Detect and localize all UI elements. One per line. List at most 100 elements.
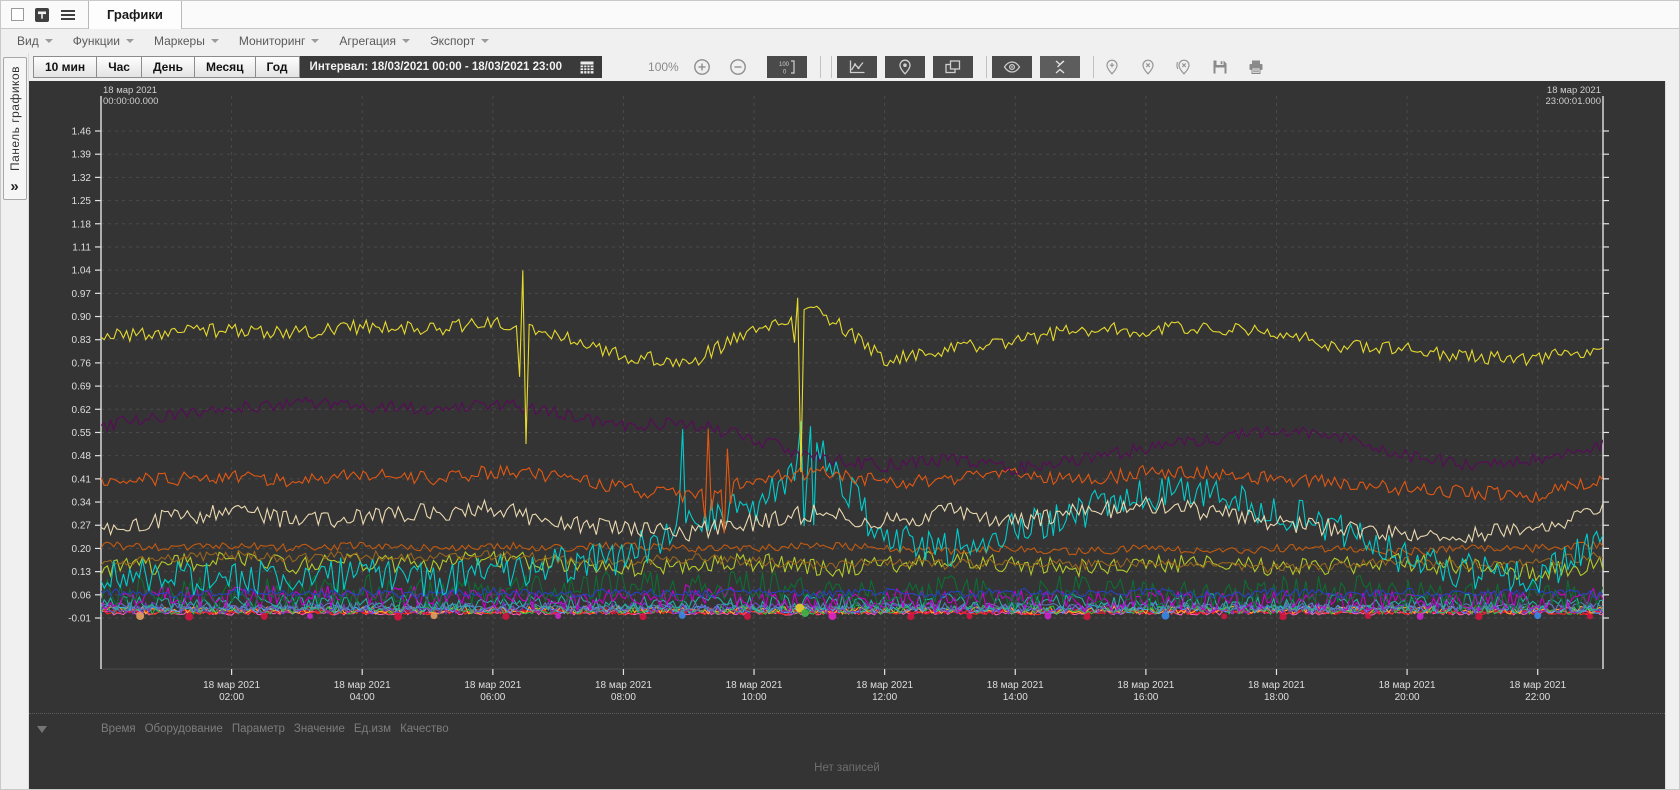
trend-chart-button[interactable] (836, 56, 877, 78)
menu-view[interactable]: Вид (7, 29, 63, 53)
svg-text:0.41: 0.41 (72, 474, 92, 485)
menu-aggregation-label: Агрегация (339, 34, 396, 48)
collapse-markers-button[interactable] (1039, 56, 1080, 78)
svg-text:0.76: 0.76 (72, 358, 92, 369)
range-button-hour-label: Час (108, 60, 130, 74)
svg-text:10:00: 10:00 (742, 692, 767, 703)
remove-all-markers-icon (1176, 59, 1190, 75)
remove-marker-button[interactable] (1135, 56, 1161, 78)
zoom-in-icon (693, 59, 710, 75)
empty-table-message: Нет записей (814, 762, 880, 774)
range-button-day[interactable]: День (141, 56, 195, 78)
calendar-button[interactable] (572, 56, 603, 78)
svg-text:100: 100 (779, 62, 790, 68)
interval-field[interactable]: Интервал: 18/03/2021 00:00 - 18/03/2021 … (299, 56, 573, 78)
save-icon (1213, 60, 1227, 74)
svg-text:18 мар 2021: 18 мар 2021 (464, 680, 521, 691)
toolbar-separator (1092, 56, 1094, 78)
svg-text:18 мар 2021: 18 мар 2021 (726, 680, 783, 691)
menu-monitoring-label: Мониторинг (238, 34, 306, 48)
svg-text:18 мар 2021: 18 мар 2021 (1379, 680, 1436, 691)
menu-view-label: Вид (17, 34, 39, 48)
expand-panel-icon[interactable]: » (10, 179, 18, 195)
printer-icon (1249, 60, 1263, 74)
table-header-row: Время Оборудование Параметр Значение Ед.… (101, 723, 449, 735)
chart-panel: 1.46 1.39 1.32 1.25 1.18 1.11 1.04 0.97 0.90 0.83… (29, 81, 1667, 789)
range-button-year[interactable]: Год (255, 56, 300, 78)
toolbar-separator (985, 56, 987, 78)
print-button[interactable] (1243, 56, 1269, 78)
svg-text:18 мар 2021: 18 мар 2021 (1117, 680, 1174, 691)
toolbar-separator (830, 56, 832, 78)
menu-export[interactable]: Экспорт (420, 29, 499, 53)
svg-text:20:00: 20:00 (1395, 692, 1420, 703)
tab-charts[interactable]: Графики (88, 0, 182, 29)
svg-text:18 мар 2021: 18 мар 2021 (1248, 680, 1305, 691)
svg-text:0.69: 0.69 (72, 382, 92, 393)
interval-label: Интервал: 18/03/2021 00:00 - 18/03/2021 … (309, 61, 563, 73)
column-header-quality: Качество (400, 723, 449, 735)
svg-text:1.46: 1.46 (72, 127, 92, 138)
svg-text:0.27: 0.27 (72, 521, 92, 532)
values-table: Время Оборудование Параметр Значение Ед.… (29, 713, 1665, 789)
menu-functions-label: Функции (72, 34, 120, 48)
eye-icon (1003, 61, 1020, 73)
add-marker-button[interactable] (1099, 56, 1125, 78)
zoom-out-button[interactable] (725, 56, 751, 78)
svg-text:1.39: 1.39 (72, 150, 92, 161)
svg-text:-0.01: -0.01 (68, 614, 91, 625)
right-gutter (1665, 81, 1679, 789)
menu-functions[interactable]: Функции (63, 29, 144, 53)
svg-text:0.55: 0.55 (72, 428, 92, 439)
chart-icon (849, 60, 865, 74)
chevron-down-icon (481, 39, 490, 43)
side-panel-tab[interactable]: Панель графиков » (2, 57, 27, 201)
pin-icon[interactable] (34, 7, 50, 23)
range-button-month[interactable]: Месяц (194, 56, 256, 78)
remove-all-markers-button[interactable] (1171, 56, 1197, 78)
svg-text:18 мар 2021: 18 мар 2021 (334, 680, 391, 691)
svg-text:0.13: 0.13 (72, 567, 92, 578)
menu-bar: Вид Функции Маркеры Мониторинг Агрегация… (1, 29, 1679, 53)
menu-export-label: Экспорт (430, 34, 476, 48)
tool-bar: 10 мин Час День Месяц Год Интервал: 18/0… (29, 53, 1679, 81)
svg-text:18:00: 18:00 (1264, 692, 1289, 703)
range-button-10min[interactable]: 10 мин (33, 56, 98, 78)
chevron-down-icon (311, 39, 320, 43)
chevron-down-icon (44, 39, 53, 43)
svg-text:14:00: 14:00 (1003, 692, 1028, 703)
chevron-down-icon (402, 39, 410, 43)
svg-text:23:00:01.000: 23:00:01.000 (1546, 96, 1601, 107)
zoom-in-button[interactable] (689, 56, 715, 78)
svg-text:0.34: 0.34 (72, 498, 92, 509)
chart-canvas[interactable]: 1.46 1.39 1.32 1.25 1.18 1.11 1.04 0.97 0.90 0.83… (29, 81, 1667, 713)
svg-text:22:00: 22:00 (1525, 692, 1550, 703)
zoom-reset-button[interactable]: 100 0 (766, 56, 807, 78)
menu-icon[interactable] (60, 7, 76, 23)
layers-button[interactable] (932, 56, 973, 78)
svg-text:18 мар 2021: 18 мар 2021 (1509, 680, 1566, 691)
app-window: Графики Вид Функции Маркеры Мониторинг А… (0, 0, 1680, 790)
range-button-10min-label: 10 мин (45, 60, 86, 74)
range-button-hour[interactable]: Час (97, 56, 142, 78)
toolbar-separator (819, 56, 821, 78)
svg-text:0.97: 0.97 (72, 289, 92, 300)
collapse-table-icon[interactable] (37, 726, 47, 733)
chevron-down-icon (210, 39, 219, 43)
column-header-value: Значение (293, 723, 345, 735)
title-bar: Графики (1, 0, 1679, 29)
menu-aggregation[interactable]: Агрегация (329, 29, 420, 53)
zoom-level-label: 100% (648, 60, 679, 74)
svg-text:08:00: 08:00 (611, 692, 636, 703)
visibility-button[interactable] (991, 56, 1032, 78)
svg-text:18 мар 2021: 18 мар 2021 (856, 680, 913, 691)
marker-button[interactable] (884, 56, 925, 78)
menu-markers[interactable]: Маркеры (144, 29, 229, 53)
layers-icon (945, 60, 960, 74)
svg-text:02:00: 02:00 (219, 692, 244, 703)
empty-checkbox[interactable] (11, 8, 24, 21)
menu-monitoring[interactable]: Мониторинг (229, 29, 330, 53)
save-button[interactable] (1207, 56, 1233, 78)
svg-text:0.20: 0.20 (72, 544, 92, 555)
collapse-arrows-icon (1055, 60, 1065, 74)
